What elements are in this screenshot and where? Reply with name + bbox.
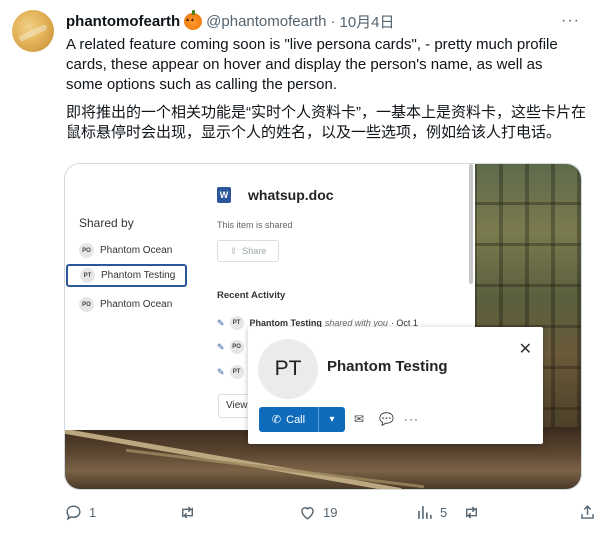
call-button[interactable]: ✆ Call ▾ bbox=[259, 407, 345, 432]
tweet-date[interactable]: 10月4日 bbox=[339, 11, 394, 32]
reply-icon bbox=[66, 505, 81, 521]
word-document-icon: W bbox=[217, 186, 239, 204]
views-button[interactable]: 5 bbox=[415, 503, 447, 522]
document-edit-icon: ✎ bbox=[217, 317, 225, 328]
close-icon[interactable]: ✕ bbox=[519, 339, 532, 359]
recent-activity-heading: Recent Activity bbox=[217, 290, 286, 301]
like-count: 19 bbox=[323, 505, 338, 520]
separator-dot: · bbox=[330, 12, 336, 30]
bookmark-icon bbox=[466, 506, 477, 519]
scrollbar[interactable] bbox=[469, 164, 473, 284]
tweet-text-english: A related feature coming soon is "live p… bbox=[66, 36, 558, 93]
person-name: Phantom Testing bbox=[101, 270, 176, 281]
like-button[interactable]: 19 bbox=[298, 503, 337, 522]
person-initials: PO bbox=[79, 243, 94, 258]
person-initials: PT bbox=[229, 365, 244, 379]
pumpkin-icon bbox=[184, 9, 203, 30]
call-label: Call bbox=[286, 413, 306, 426]
document-edit-icon: ✎ bbox=[217, 366, 225, 377]
share-icon: ⇪ bbox=[229, 245, 238, 256]
retweet-icon bbox=[182, 506, 193, 519]
views-count: 5 bbox=[440, 505, 448, 520]
more-icon[interactable]: ··· bbox=[404, 412, 419, 426]
person-name: Phantom Ocean bbox=[100, 299, 173, 310]
person-initials: PO bbox=[79, 297, 94, 312]
tweet-actions-bar: 1 19 5 bbox=[64, 503, 598, 525]
like-icon bbox=[301, 507, 314, 520]
persona-avatar[interactable]: PT bbox=[258, 339, 318, 399]
person-initials: PT bbox=[229, 316, 244, 330]
chevron-down-icon[interactable]: ▾ bbox=[319, 407, 345, 432]
retweet-button[interactable] bbox=[178, 503, 203, 522]
document-header: W whatsup.doc bbox=[217, 186, 334, 204]
share-button[interactable]: ⇪ Share bbox=[217, 240, 279, 262]
person-name: Phantom Ocean bbox=[100, 245, 173, 256]
call-main-button[interactable]: ✆ Call bbox=[259, 407, 319, 432]
reply-count: 1 bbox=[89, 505, 97, 520]
reply-button[interactable]: 1 bbox=[64, 503, 96, 522]
views-icon bbox=[418, 506, 432, 519]
person-initials: PO bbox=[229, 340, 244, 354]
tweet-header: phantomofearth @phantomofearth · 10月4日 bbox=[66, 9, 395, 32]
tweet: phantomofearth @phantomofearth · 10月4日 ·… bbox=[0, 0, 598, 534]
shared-by-heading: Shared by bbox=[79, 216, 134, 230]
document-edit-icon: ✎ bbox=[217, 341, 225, 352]
activity-row[interactable]: ✎ PO bbox=[217, 340, 250, 354]
avatar[interactable] bbox=[12, 10, 54, 52]
share-icon bbox=[581, 505, 594, 519]
share-label: Share bbox=[242, 246, 267, 256]
author-display-name[interactable]: phantomofearth bbox=[66, 13, 180, 30]
persona-name: Phantom Testing bbox=[327, 358, 448, 375]
shared-by-person[interactable]: PO Phantom Ocean bbox=[79, 297, 172, 312]
mail-icon[interactable]: ✉ bbox=[354, 412, 364, 426]
phone-icon: ✆ bbox=[271, 414, 282, 426]
person-initials: PT bbox=[80, 268, 95, 283]
shared-note: This item is shared bbox=[217, 220, 293, 230]
live-persona-card: PT Phantom Testing ✕ ✆ Call ▾ ✉ 💬 ··· bbox=[248, 327, 543, 444]
activity-row[interactable]: ✎ PT bbox=[217, 365, 250, 379]
more-options-icon[interactable]: ··· bbox=[561, 12, 580, 30]
chat-icon[interactable]: 💬 bbox=[379, 412, 394, 426]
document-title: whatsup.doc bbox=[248, 187, 334, 203]
author-handle[interactable]: @phantomofearth bbox=[206, 13, 326, 30]
bookmark-button[interactable] bbox=[462, 503, 481, 522]
shared-by-person[interactable]: PO Phantom Ocean bbox=[79, 243, 172, 258]
tweet-media-image[interactable]: W whatsup.doc This item is shared ⇪ Shar… bbox=[64, 163, 582, 490]
shared-by-person-highlighted[interactable]: PT Phantom Testing bbox=[66, 264, 187, 287]
tweet-text-chinese: 即将推出的一个相关功能是“实时个人资料卡”，一基本上是资料卡，这些卡片在鼠标悬停… bbox=[66, 104, 586, 141]
share-tweet-button[interactable] bbox=[578, 503, 597, 522]
